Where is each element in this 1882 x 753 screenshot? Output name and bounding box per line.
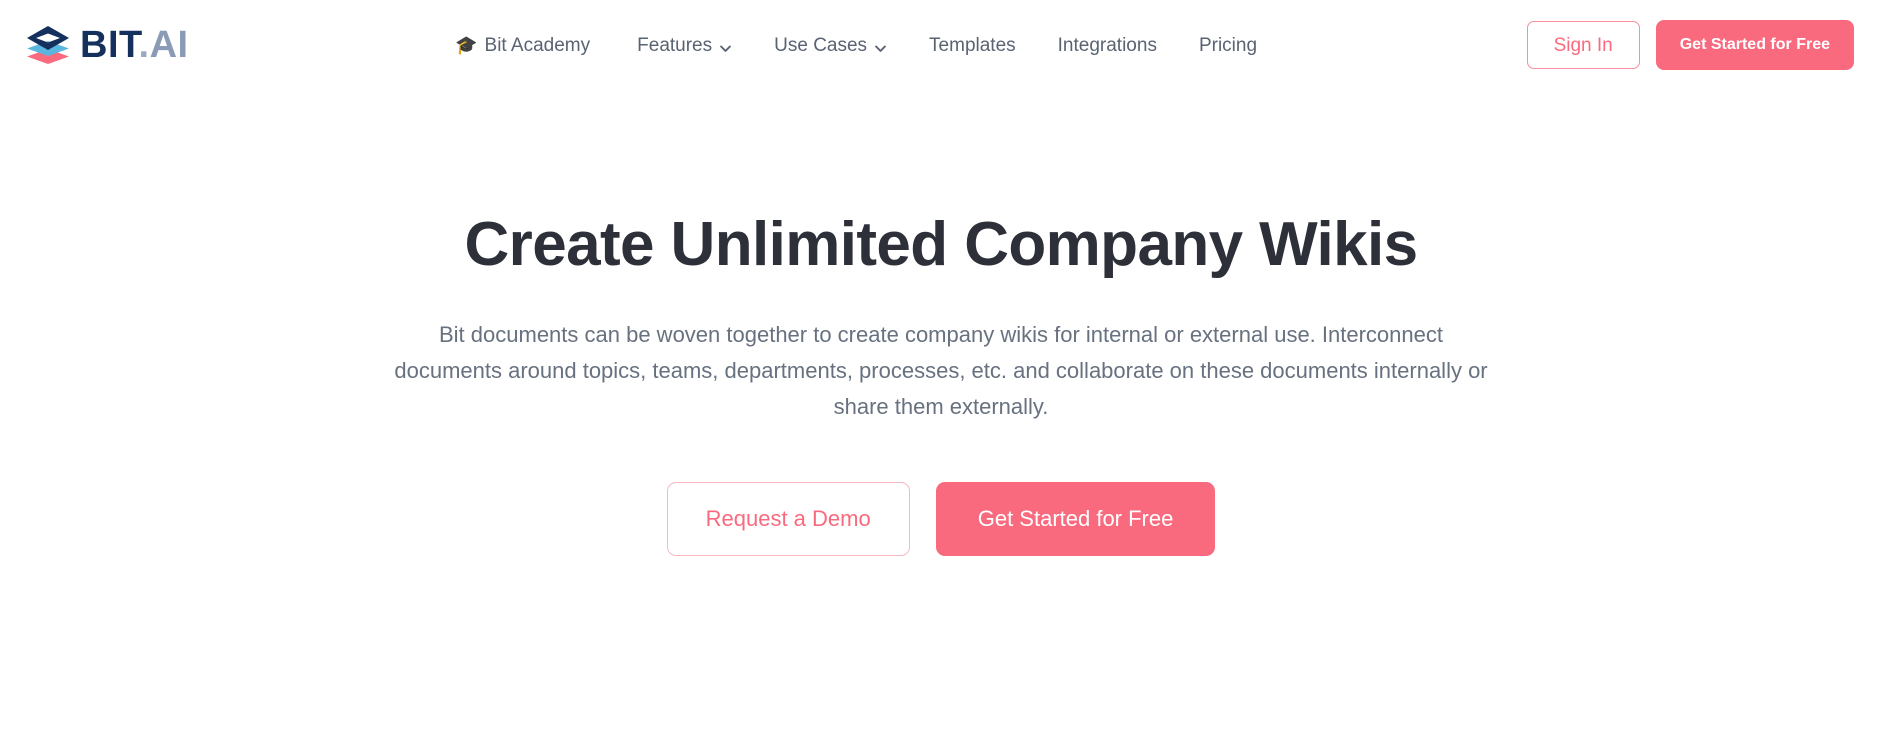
page-title: Create Unlimited Company Wikis — [464, 210, 1419, 279]
primary-navigation: 🎓 Bit Academy Features Use Cases Templat… — [189, 26, 1527, 65]
hero-cta-group: Request a Demo Get Started for Free — [0, 482, 1882, 557]
nav-item-label: Pricing — [1198, 34, 1258, 56]
hero-section: Create Unlimited Company Wikis Bit docum… — [0, 90, 1882, 557]
nav-item-label: Bit Academy — [484, 34, 591, 56]
site-header: BIT.AI 🎓 Bit Academy Features Use Cases — [0, 0, 1882, 90]
nav-item-label: Use Cases — [774, 34, 868, 56]
nav-item-pricing[interactable]: Pricing — [1178, 26, 1278, 65]
hero-subtitle: Bit documents can be woven together to c… — [394, 322, 1488, 419]
stacked-layers-logo-icon — [24, 24, 72, 66]
nav-item-bit-academy[interactable]: 🎓 Bit Academy — [437, 26, 616, 65]
hero-get-started-button[interactable]: Get Started for Free — [935, 482, 1216, 557]
nav-list: 🎓 Bit Academy Features Use Cases Templat… — [437, 26, 1278, 65]
request-demo-button[interactable]: Request a Demo — [666, 482, 910, 557]
brand-name-secondary: AI — [149, 24, 189, 66]
brand-name-dot: . — [138, 24, 150, 66]
graduation-cap-icon: 🎓 — [455, 35, 478, 55]
brand-name-primary: BIT — [80, 24, 139, 66]
nav-item-label: Templates — [929, 34, 1016, 56]
sign-in-button[interactable]: Sign In — [1526, 21, 1640, 69]
header-get-started-button[interactable]: Get Started for Free — [1655, 20, 1854, 70]
chevron-down-icon — [874, 40, 887, 53]
nav-item-features[interactable]: Features — [616, 26, 753, 65]
nav-item-label: Features — [637, 34, 713, 56]
nav-item-templates[interactable]: Templates — [908, 26, 1037, 65]
brand-wordmark: BIT.AI — [80, 26, 189, 64]
nav-item-use-cases[interactable]: Use Cases — [753, 26, 908, 65]
nav-item-label: Integrations — [1057, 34, 1157, 56]
nav-item-integrations[interactable]: Integrations — [1037, 26, 1178, 65]
brand-logo-link[interactable]: BIT.AI — [24, 24, 189, 66]
header-actions: Sign In Get Started for Free — [1526, 20, 1854, 70]
chevron-down-icon — [719, 40, 732, 53]
